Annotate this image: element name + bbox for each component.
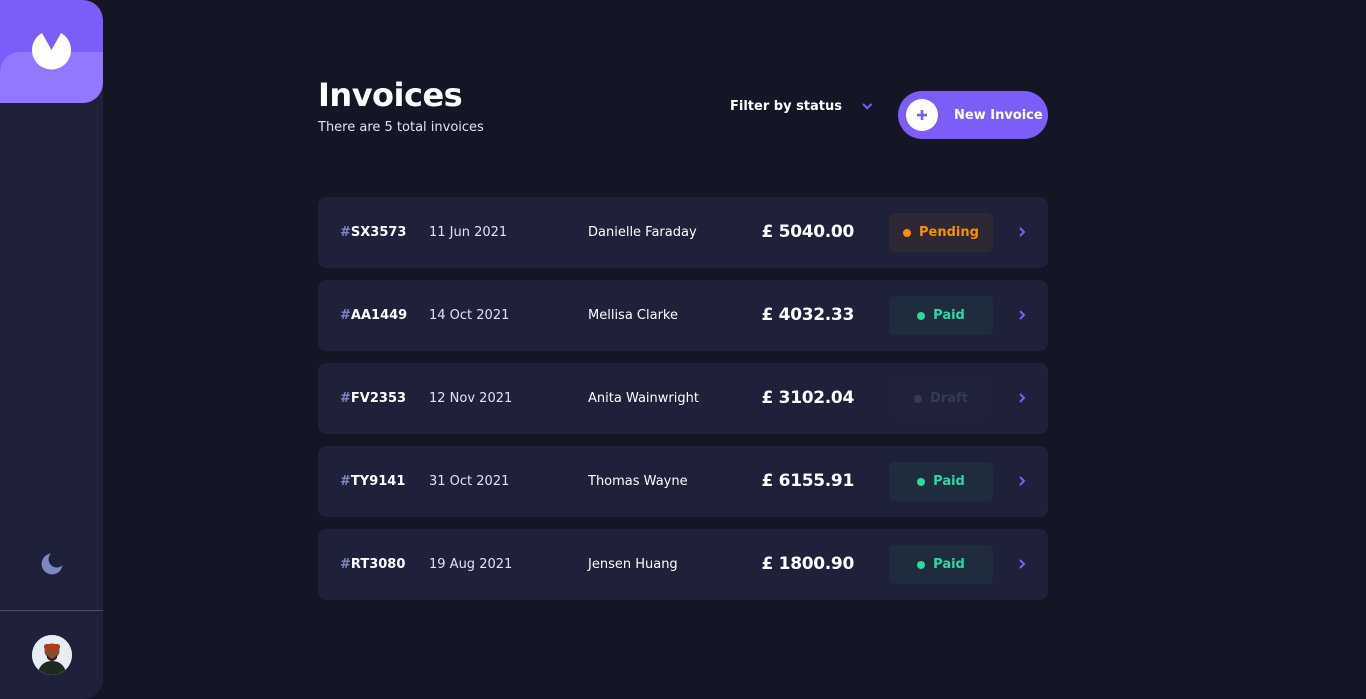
invoice-count-text: There are 5 total invoices	[318, 120, 484, 135]
status-dot	[917, 477, 926, 486]
user-avatar-icon	[32, 635, 72, 675]
status-dot	[914, 394, 923, 403]
status-badge: Paid	[889, 462, 993, 501]
invoice-id-hash: #	[340, 225, 351, 240]
invoice-due-date: 14 Oct 2021	[429, 308, 510, 323]
invoice-id-hash: #	[340, 474, 351, 489]
invoice-id: #TY9141	[340, 446, 405, 517]
sidebar-divider	[0, 610, 103, 611]
invoice-row[interactable]: #SX3573 11 Jun 2021 Danielle Faraday £ 5…	[318, 197, 1048, 268]
moon-icon	[41, 553, 63, 575]
invoice-client-name: Anita Wainwright	[588, 391, 699, 406]
chevron-right-icon	[1019, 310, 1026, 320]
new-invoice-label: New Invoice	[954, 107, 1043, 123]
avatar[interactable]	[32, 635, 72, 675]
status-badge: Draft	[889, 379, 993, 418]
invoice-id-value: SX3573	[350, 225, 407, 240]
filter-by-status-dropdown[interactable]: Filter by status	[730, 96, 873, 116]
invoice-id-hash: #	[340, 557, 351, 572]
plus-circle	[906, 99, 938, 131]
invoice-amount: £ 3102.04	[761, 388, 855, 408]
status-dot	[917, 560, 926, 569]
plus-icon	[916, 109, 927, 120]
status-badge: Pending	[889, 213, 993, 252]
invoice-due-date: 31 Oct 2021	[429, 474, 510, 489]
invoice-amount: £ 1800.90	[761, 554, 855, 574]
invoice-row[interactable]: #RT3080 19 Aug 2021 Jensen Huang £ 1800.…	[318, 529, 1048, 600]
status-label: Pending	[919, 225, 979, 240]
logo-icon	[32, 33, 71, 70]
invoice-list: #SX3573 11 Jun 2021 Danielle Faraday £ 5…	[318, 197, 1048, 612]
invoice-amount: £ 4032.33	[761, 305, 855, 325]
status-badge: Paid	[889, 296, 993, 335]
invoice-id-value: TY9141	[350, 474, 406, 489]
chevron-right-icon	[1019, 227, 1026, 237]
invoice-id-value: FV2353	[350, 391, 407, 406]
status-dot	[917, 311, 926, 320]
invoice-id: #SX3573	[340, 197, 406, 268]
invoice-due-date: 12 Nov 2021	[429, 391, 513, 406]
invoice-id-value: RT3080	[350, 557, 406, 572]
status-label: Paid	[933, 474, 965, 489]
status-dot	[903, 228, 912, 237]
chevron-right-icon	[1019, 476, 1026, 486]
invoice-amount: £ 5040.00	[761, 222, 855, 242]
invoice-row[interactable]: #AA1449 14 Oct 2021 Mellisa Clarke £ 403…	[318, 280, 1048, 351]
invoice-id-value: AA1449	[350, 308, 408, 323]
invoice-id: #FV2353	[340, 363, 406, 434]
invoice-id-hash: #	[340, 308, 351, 323]
invoice-client-name: Danielle Faraday	[588, 225, 697, 240]
invoice-row[interactable]: #TY9141 31 Oct 2021 Thomas Wayne £ 6155.…	[318, 446, 1048, 517]
invoice-row[interactable]: #FV2353 12 Nov 2021 Anita Wainwright £ 3…	[318, 363, 1048, 434]
theme-toggle-button[interactable]	[41, 553, 63, 575]
page-title: Invoices	[318, 76, 463, 114]
status-label: Paid	[933, 557, 965, 572]
invoice-client-name: Thomas Wayne	[588, 474, 688, 489]
chevron-right-icon	[1019, 393, 1026, 403]
chevron-down-icon	[862, 102, 873, 110]
invoice-id-hash: #	[340, 391, 351, 406]
invoice-due-date: 19 Aug 2021	[429, 557, 513, 572]
invoice-due-date: 11 Jun 2021	[429, 225, 508, 240]
logo[interactable]	[0, 0, 103, 103]
app-root: Invoices There are 5 total invoices Filt…	[0, 0, 1366, 699]
invoice-client-name: Mellisa Clarke	[588, 308, 678, 323]
status-badge: Paid	[889, 545, 993, 584]
status-label: Paid	[933, 308, 965, 323]
sidebar	[0, 0, 103, 699]
chevron-right-icon	[1019, 559, 1026, 569]
filter-label: Filter by status	[730, 98, 842, 114]
new-invoice-button[interactable]: New Invoice	[898, 91, 1048, 139]
invoice-amount: £ 6155.91	[761, 471, 855, 491]
invoice-id: #RT3080	[340, 529, 405, 600]
invoice-client-name: Jensen Huang	[588, 557, 678, 572]
invoice-id: #AA1449	[340, 280, 407, 351]
status-label: Draft	[930, 391, 968, 406]
